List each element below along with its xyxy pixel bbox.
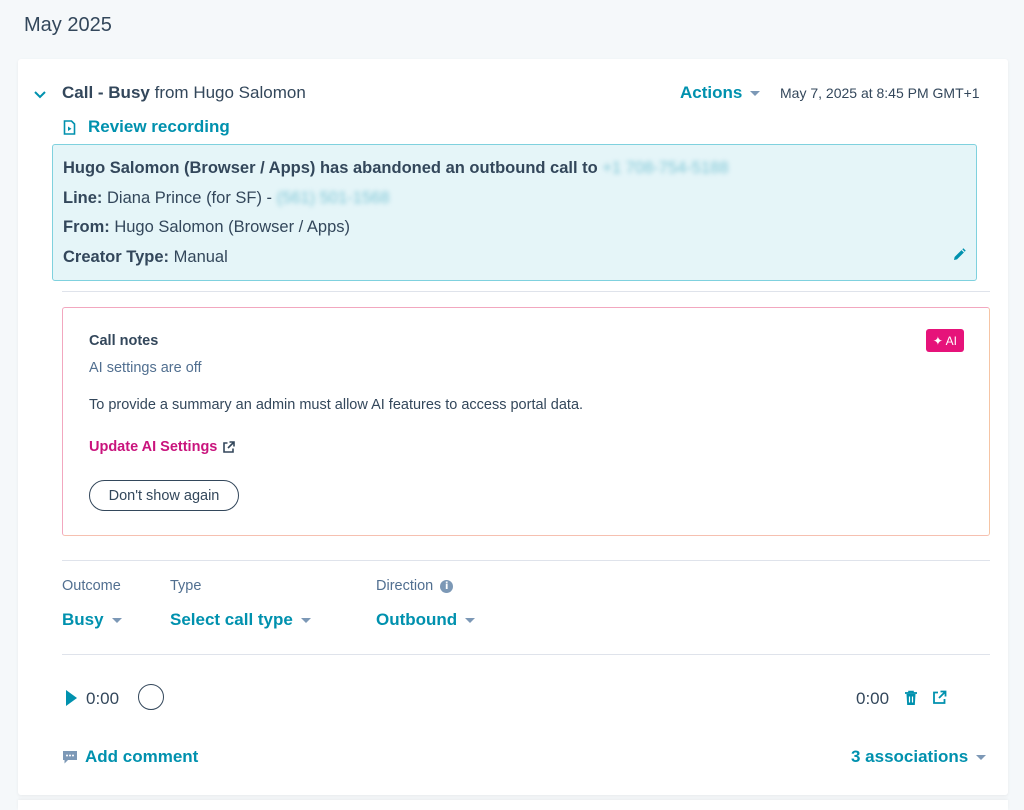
player-duration: 0:00 xyxy=(856,689,890,708)
chevron-down-icon xyxy=(34,91,46,99)
associations-label: 3 associations xyxy=(851,747,969,766)
scrubber-handle[interactable] xyxy=(138,684,164,710)
activity-title: Call - Busy from Hugo Salomon xyxy=(62,83,306,103)
outcome-value: Busy xyxy=(62,610,104,629)
from-value: Hugo Salomon (Browser / Apps) xyxy=(114,218,351,236)
direction-dropdown[interactable]: Outbound xyxy=(376,610,476,630)
divider xyxy=(62,654,990,655)
direction-label: Direction xyxy=(376,578,434,594)
actions-dropdown[interactable]: Actions xyxy=(680,83,761,103)
details-creator: Creator Type: Manual xyxy=(63,248,228,267)
next-card-edge xyxy=(18,800,1008,810)
open-external-icon[interactable] xyxy=(932,690,947,710)
review-recording-label: Review recording xyxy=(88,117,230,136)
details-line: Line: Diana Prince (for SF) - (561) 501-… xyxy=(63,189,390,208)
caret-down-icon xyxy=(976,754,987,760)
add-comment-label: Add comment xyxy=(85,747,199,766)
activity-timestamp: May 7, 2025 at 8:45 PM GMT+1 xyxy=(780,85,980,101)
from-label: From: xyxy=(63,218,110,236)
headline-phone-link[interactable]: +1 708-754-5188 xyxy=(602,159,728,177)
associations-dropdown[interactable]: 3 associations xyxy=(851,747,987,767)
caret-down-icon xyxy=(300,617,311,623)
line-label: Line: xyxy=(63,189,103,207)
creator-label: Creator Type: xyxy=(63,248,170,266)
line-phone-link[interactable]: (561) 501-1568 xyxy=(277,189,390,207)
caret-down-icon xyxy=(465,617,476,623)
review-recording-link[interactable]: Review recording xyxy=(63,117,230,137)
info-icon[interactable]: i xyxy=(440,579,454,593)
month-heading: May 2025 xyxy=(24,14,112,36)
call-type-dropdown[interactable]: Select call type xyxy=(170,610,311,630)
divider xyxy=(62,560,990,561)
activity-from: from Hugo Salomon xyxy=(154,83,306,102)
creator-value: Manual xyxy=(173,248,228,266)
caret-down-icon xyxy=(750,90,761,96)
direction-value: Outbound xyxy=(376,610,458,629)
call-notes-panel: Call notes ✦ AI AI settings are off To p… xyxy=(62,307,990,536)
call-details-box: Hugo Salomon (Browser / Apps) has abando… xyxy=(52,144,977,281)
ai-description: To provide a summary an admin must allow… xyxy=(89,397,584,413)
comment-icon xyxy=(63,750,77,763)
outcome-dropdown[interactable]: Busy xyxy=(62,610,122,630)
edit-pencil-icon[interactable] xyxy=(952,248,966,267)
ai-badge: ✦ AI xyxy=(925,329,964,352)
caret-down-icon xyxy=(111,617,122,623)
type-label: Type xyxy=(170,578,202,594)
details-headline: Hugo Salomon (Browser / Apps) has abando… xyxy=(63,159,729,178)
add-comment-button[interactable]: Add comment xyxy=(62,747,198,767)
divider xyxy=(62,291,990,292)
recording-file-icon xyxy=(63,119,76,135)
play-icon[interactable] xyxy=(66,690,77,706)
external-link-icon xyxy=(223,440,236,453)
update-ai-settings-label: Update AI Settings xyxy=(89,439,218,455)
headline-text: Hugo Salomon (Browser / Apps) has abando… xyxy=(63,159,598,177)
dont-show-again-button[interactable]: Don't show again xyxy=(89,480,239,511)
call-type-value: Select call type xyxy=(170,610,293,629)
player-current-time: 0:00 xyxy=(86,689,120,708)
details-from: From: Hugo Salomon (Browser / Apps) xyxy=(63,218,350,237)
update-ai-settings-link[interactable]: Update AI Settings xyxy=(89,439,236,455)
collapse-toggle[interactable] xyxy=(34,86,46,104)
trash-icon[interactable] xyxy=(904,690,918,711)
direction-label-wrap: Direction i xyxy=(376,578,454,594)
activity-type: Call - Busy xyxy=(62,83,150,102)
actions-label: Actions xyxy=(680,83,743,102)
ai-status-text: AI settings are off xyxy=(89,360,202,376)
call-notes-title: Call notes xyxy=(89,333,159,349)
outcome-label: Outcome xyxy=(62,578,121,594)
line-value: Diana Prince (for SF) - xyxy=(107,189,273,207)
